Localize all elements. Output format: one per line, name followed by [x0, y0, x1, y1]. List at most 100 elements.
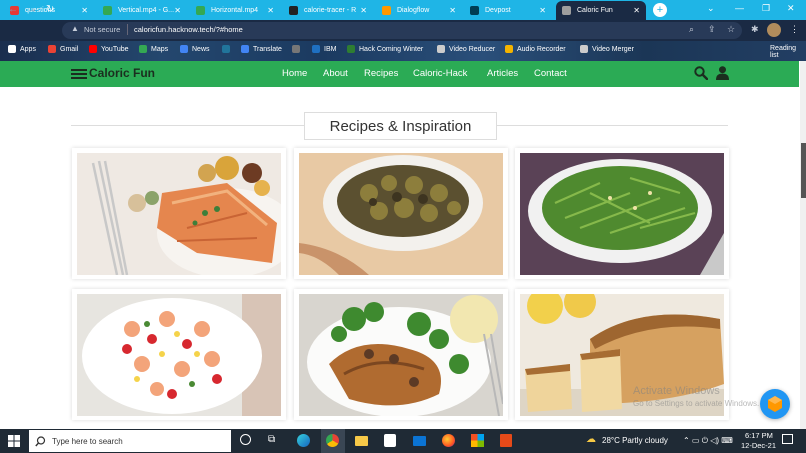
tab-search-icon[interactable]: ⌄	[707, 3, 715, 14]
warning-icon[interactable]: ▲	[71, 24, 79, 33]
recipe-card-shrimp-salad[interactable]	[72, 289, 286, 420]
bookmark-item[interactable]: Audio Recorder	[505, 45, 566, 53]
bookmark-item[interactable]: News	[180, 45, 210, 53]
tab-favicon-icon	[289, 6, 298, 15]
close-tab-icon[interactable]: ✕	[539, 6, 546, 15]
recipe-card-green-beans[interactable]	[515, 148, 729, 279]
avatar[interactable]	[767, 23, 781, 37]
system-tray-icons[interactable]: ⌃ ▭ ⏻ ◁) ⌨	[683, 436, 733, 446]
bookmark-favicon-icon	[222, 45, 230, 53]
close-tab-icon[interactable]: ✕	[633, 6, 640, 15]
bookmark-item[interactable]: Video Merger	[580, 45, 634, 53]
clock-time[interactable]: 6:17 PM	[745, 431, 773, 440]
scrollbar-thumb[interactable]	[801, 143, 806, 198]
nav-about[interactable]: About	[323, 68, 348, 79]
tab-title: calorie-tracer - R	[304, 7, 357, 14]
tab-title: Devpost	[485, 7, 511, 14]
close-tab-icon[interactable]: ✕	[449, 6, 456, 15]
close-tab-icon[interactable]: ✕	[267, 6, 274, 15]
tab-favicon-icon	[562, 6, 571, 15]
chrome-icon[interactable]	[326, 434, 339, 447]
browser-tab[interactable]: Horizontal.mp4 ✕	[190, 1, 280, 20]
recipe-image-green-beans	[520, 153, 724, 275]
menu-icon[interactable]: ⋮	[790, 24, 799, 35]
search-icon	[35, 436, 46, 447]
bookmark-label: YouTube	[101, 45, 129, 53]
nav-recipes[interactable]: Recipes	[364, 68, 398, 79]
forward-icon[interactable]: →	[27, 4, 37, 15]
browser-tab[interactable]: Dialogflow ✕	[376, 1, 462, 20]
security-label[interactable]: Not secure	[84, 25, 120, 34]
back-icon[interactable]: ←	[8, 4, 18, 15]
weather-icon: ☁	[586, 434, 596, 445]
clock-date[interactable]: 12-Dec-21	[741, 441, 776, 450]
nav-contact[interactable]: Contact	[534, 68, 567, 79]
bookmark-favicon-icon	[139, 45, 147, 53]
notifications-icon[interactable]	[782, 434, 793, 444]
recipe-card-brussels-sprouts[interactable]	[294, 148, 508, 279]
weather-text[interactable]: 28°C Partly cloudy	[602, 436, 668, 445]
nav-articles[interactable]: Articles	[487, 68, 518, 79]
close-tab-icon[interactable]: ✕	[360, 6, 367, 15]
chat-bot-button[interactable]	[760, 389, 790, 419]
close-window-icon[interactable]: ✕	[787, 3, 795, 14]
task-view-icon[interactable]: ⧉	[268, 434, 275, 445]
cortana-icon[interactable]	[240, 434, 251, 445]
extensions-icon[interactable]: ✱	[751, 24, 759, 35]
bookmark-item[interactable]	[222, 45, 234, 53]
bookmark-favicon-icon	[580, 45, 588, 53]
recipe-card-salmon[interactable]	[72, 148, 286, 279]
bookmark-item[interactable]: Apps	[8, 45, 36, 53]
bookmark-label: Video Reducer	[449, 45, 496, 53]
recipe-image-brussels-sprouts	[299, 153, 503, 275]
bookmark-favicon-icon	[347, 45, 355, 53]
browser-tab[interactable]: Vertical.mp4 - G... ✕	[97, 1, 187, 20]
activate-windows-watermark: Activate Windows	[633, 385, 720, 397]
new-tab-button[interactable]: +	[653, 3, 667, 17]
zoom-icon[interactable]: ⌕	[689, 24, 694, 35]
search-icon[interactable]	[694, 66, 708, 80]
windows-start-icon[interactable]	[8, 435, 20, 447]
url-text[interactable]: caloricfun.hacknow.tech/?#home	[134, 25, 243, 34]
bookmark-item[interactable]: YouTube	[89, 45, 129, 53]
store-icon[interactable]	[384, 434, 396, 447]
bookmark-item[interactable]: Maps	[139, 45, 168, 53]
bookmark-item[interactable]	[292, 45, 304, 53]
minimize-icon[interactable]: —	[735, 3, 744, 13]
user-icon[interactable]	[716, 66, 729, 80]
office-icon[interactable]	[500, 434, 512, 447]
share-icon[interactable]: ⇪	[708, 24, 716, 35]
bookmark-item[interactable]: Gmail	[48, 45, 78, 53]
reload-icon[interactable]: ↻	[46, 4, 54, 15]
bookmark-favicon-icon	[48, 45, 56, 53]
nav-caloric-hack[interactable]: Caloric-Hack	[413, 68, 467, 79]
bookmark-star-icon[interactable]: ☆	[727, 24, 735, 35]
bookmark-favicon-icon	[505, 45, 513, 53]
recipe-card-chicken-broccoli[interactable]	[294, 289, 508, 420]
file-explorer-icon[interactable]	[355, 436, 368, 446]
browser-tab[interactable]: Devpost ✕	[464, 1, 552, 20]
page-scrollbar[interactable]	[800, 61, 806, 429]
windows-app-icon[interactable]	[471, 434, 484, 447]
bookmark-item[interactable]: Video Reducer	[437, 45, 495, 53]
maximize-icon[interactable]: ❐	[762, 3, 770, 14]
close-tab-icon[interactable]: ✕	[81, 6, 88, 15]
bookmark-favicon-icon	[241, 45, 249, 53]
taskbar-search-placeholder[interactable]: Type here to search	[52, 437, 123, 446]
tab-title: Vertical.mp4 - G...	[118, 7, 175, 14]
recipe-image-shrimp-salad	[77, 294, 281, 416]
browser-tab[interactable]: calorie-tracer - R ✕	[283, 1, 373, 20]
section-title-text: Recipes & Inspiration	[329, 117, 472, 135]
browser-tab[interactable]: Caloric Fun ✕	[556, 1, 646, 20]
site-logo[interactable]: Caloric Fun	[89, 66, 155, 80]
bookmark-item[interactable]: Translate	[241, 45, 282, 53]
bookmark-item[interactable]: Hack Coming Winter	[347, 45, 423, 53]
reading-list[interactable]: Reading list	[770, 45, 806, 59]
bookmark-item[interactable]: IBM	[312, 45, 336, 53]
close-tab-icon[interactable]: ✕	[174, 6, 181, 15]
edge-icon[interactable]	[297, 434, 310, 447]
bookmark-favicon-icon	[312, 45, 320, 53]
firefox-icon[interactable]	[442, 434, 455, 447]
nav-home[interactable]: Home	[282, 68, 307, 79]
mail-icon[interactable]	[413, 436, 426, 446]
